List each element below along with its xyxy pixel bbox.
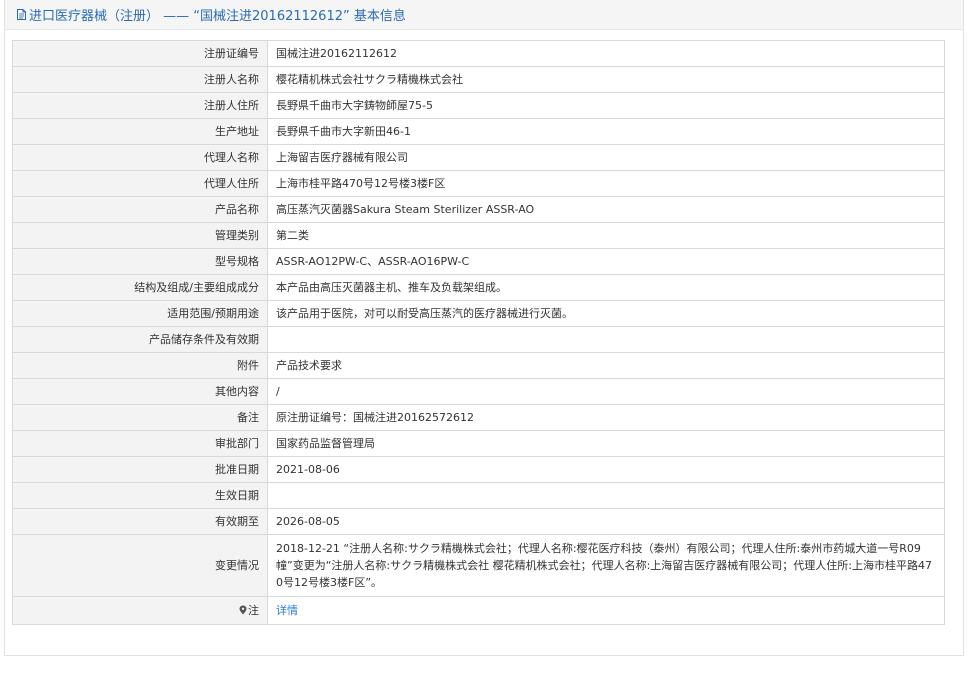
table-row: 注册人名称 樱花精机株式会社サクラ精機株式会社 [12, 66, 945, 93]
table-row: 生效日期 [12, 482, 945, 509]
field-label: 生产地址 [12, 118, 268, 145]
field-label: 注册人住所 [12, 92, 268, 119]
field-value: ASSR-AO12PW-C、ASSR-AO16PW-C [267, 248, 945, 275]
field-value: 上海留吉医疗器械有限公司 [267, 144, 945, 171]
field-label: 生效日期 [12, 482, 268, 509]
table-row: 管理类别 第二类 [12, 222, 945, 249]
field-label: 代理人名称 [12, 144, 268, 171]
field-label: 批准日期 [12, 456, 268, 483]
info-table: 注册证编号 国械注进20162112612 注册人名称 樱花精机株式会社サクラ精機株式… [12, 40, 945, 625]
table-row: 代理人住所 上海市桂平路470号12号楼3楼F区 [12, 170, 945, 197]
table-row: 附件 产品技术要求 [12, 352, 945, 379]
field-label: 型号规格 [12, 248, 268, 275]
table-row: 型号规格 ASSR-AO12PW-C、ASSR-AO16PW-C [12, 248, 945, 275]
field-value: 国械注进20162112612 [267, 40, 945, 67]
field-label: 结构及组成/主要组成成分 [12, 274, 268, 301]
field-label: 附件 [12, 352, 268, 379]
field-value: 本产品由高压灭菌器主机、推车及负载架组成。 [267, 274, 945, 301]
field-value: 产品技术要求 [267, 352, 945, 379]
note-row: 注 详情 [12, 596, 945, 625]
table-row: 产品储存条件及有效期 [12, 326, 945, 353]
field-label: 其他内容 [12, 378, 268, 405]
table-row: 批准日期 2021-08-06 [12, 456, 945, 483]
note-label: 注 [248, 603, 259, 617]
note-label-cell: 注 [12, 596, 268, 625]
pin-icon [239, 605, 247, 614]
field-value: 国家药品监督管理局 [267, 430, 945, 457]
field-value: 第二类 [267, 222, 945, 249]
field-value: 樱花精机株式会社サクラ精機株式会社 [267, 66, 945, 93]
field-label: 产品名称 [12, 196, 268, 223]
table-row: 结构及组成/主要组成成分 本产品由高压灭菌器主机、推车及负载架组成。 [12, 274, 945, 301]
field-label: 适用范围/预期用途 [12, 300, 268, 327]
field-value [267, 326, 945, 353]
field-value: 長野県千曲市大字鋳物師屋75-5 [267, 92, 945, 119]
table-row: 备注 原注册证编号：国械注进20162572612 [12, 404, 945, 431]
table-row: 适用范围/预期用途 该产品用于医院，对可以耐受高压蒸汽的医疗器械进行灭菌。 [12, 300, 945, 327]
field-label: 备注 [12, 404, 268, 431]
table-row: 代理人名称 上海留吉医疗器械有限公司 [12, 144, 945, 171]
note-value-cell: 详情 [267, 596, 945, 625]
field-value: 長野県千曲市大字新田46-1 [267, 118, 945, 145]
field-value: 上海市桂平路470号12号楼3楼F区 [267, 170, 945, 197]
table-row: 有效期至 2026-08-05 [12, 508, 945, 535]
table-row: 其他内容 / [12, 378, 945, 405]
field-label: 审批部门 [12, 430, 268, 457]
field-value: 2026-08-05 [267, 508, 945, 535]
panel-header: 进口医疗器械（注册） —— “国械注进20162112612” 基本信息 [5, 0, 963, 30]
field-value: 该产品用于医院，对可以耐受高压蒸汽的医疗器械进行灭菌。 [267, 300, 945, 327]
table-row: 生产地址 長野県千曲市大字新田46-1 [12, 118, 945, 145]
page-title: 进口医疗器械（注册） —— “国械注进20162112612” 基本信息 [29, 9, 406, 24]
field-value: 高压蒸汽灭菌器Sakura Steam Sterilizer ASSR-AO [267, 196, 945, 223]
field-label: 有效期至 [12, 508, 268, 535]
table-row: 注册证编号 国械注进20162112612 [12, 40, 945, 67]
field-label: 代理人住所 [12, 170, 268, 197]
document-icon [17, 9, 26, 20]
field-value [267, 482, 945, 509]
field-value: 原注册证编号：国械注进20162572612 [267, 404, 945, 431]
table-row: 注册人住所 長野県千曲市大字鋳物師屋75-5 [12, 92, 945, 119]
field-value: / [267, 378, 945, 405]
table-row: 审批部门 国家药品监督管理局 [12, 430, 945, 457]
table-row: 产品名称 高压蒸汽灭菌器Sakura Steam Sterilizer ASSR-… [12, 196, 945, 223]
field-value: 2021-08-06 [267, 456, 945, 483]
field-label: 产品储存条件及有效期 [12, 326, 268, 353]
table-row: 变更情况 2018-12-21 “注册人名称:サクラ精機株式会社；代理人名称:樱花… [12, 534, 945, 597]
field-label: 管理类别 [12, 222, 268, 249]
field-label: 变更情况 [12, 534, 268, 597]
field-value: 2018-12-21 “注册人名称:サクラ精機株式会社；代理人名称:樱花医疗科技… [267, 534, 945, 597]
field-label: 注册证编号 [12, 40, 268, 67]
field-label: 注册人名称 [12, 66, 268, 93]
detail-link[interactable]: 详情 [276, 604, 298, 617]
